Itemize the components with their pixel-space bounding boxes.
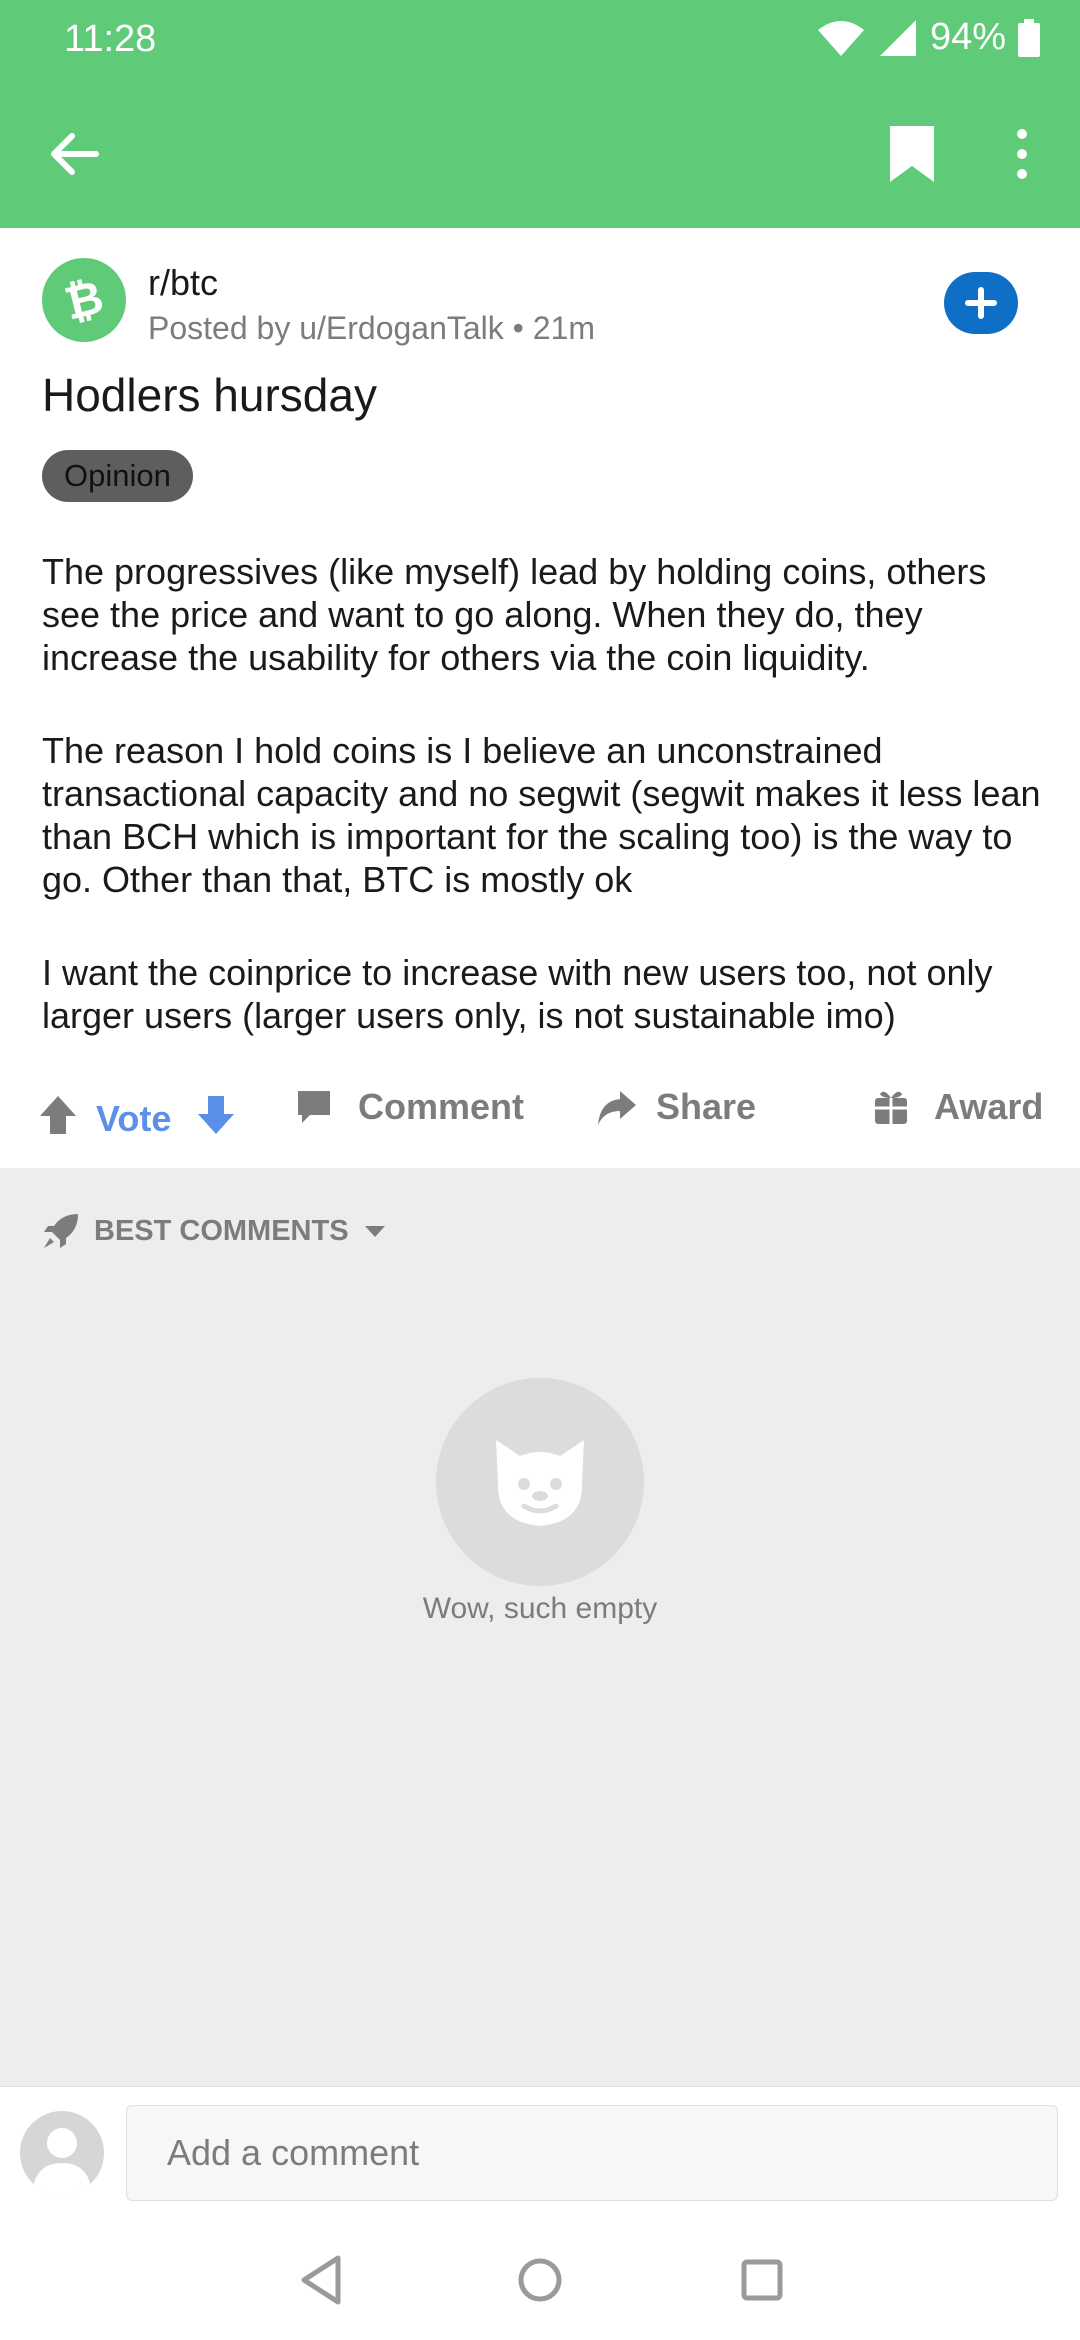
comment-input[interactable]: Add a comment	[126, 2105, 1058, 2201]
award-button[interactable]: Award	[872, 1086, 1043, 1128]
caret-down-icon	[364, 1226, 385, 1237]
nav-back-icon[interactable]	[292, 2250, 352, 2310]
comment-sort-dropdown[interactable]: BEST COMMENTS	[42, 1212, 387, 1250]
bitcoin-cash-icon: ₿	[59, 272, 108, 328]
join-button[interactable]	[944, 272, 1018, 334]
post-paragraph: The reason I hold coins is I believe an …	[42, 730, 1041, 900]
post-paragraph: The progressives (like myself) lead by h…	[42, 551, 987, 678]
post-title: Hodlers hursday	[42, 369, 377, 421]
status-bar: 11:28 94%	[0, 0, 1080, 84]
signal-icon	[879, 19, 916, 56]
rocket-icon	[44, 1214, 78, 1248]
comment-label: Comment	[358, 1086, 525, 1127]
bookmark-icon[interactable]	[880, 122, 944, 186]
share-icon	[598, 1091, 636, 1125]
wifi-icon	[817, 20, 864, 56]
user-avatar[interactable]	[20, 2111, 104, 2195]
status-time: 11:28	[64, 18, 157, 60]
post: ₿ r/btc Posted by u/ErdoganTalk • 21m Ho…	[0, 228, 1080, 1168]
battery-icon	[1018, 18, 1040, 57]
status-icons: 94%	[816, 16, 1040, 59]
nav-home-icon[interactable]	[510, 2250, 570, 2310]
award-label: Award	[934, 1086, 1044, 1127]
comments-section: BEST COMMENTS Wow, such empty	[0, 1168, 1080, 2086]
cat-face-icon	[496, 1440, 584, 1526]
posted-by[interactable]: Posted by u/ErdoganTalk • 21m	[148, 310, 595, 347]
nav-recents-icon[interactable]	[732, 2250, 792, 2310]
share-button[interactable]: Share	[594, 1086, 756, 1128]
share-label: Share	[656, 1086, 757, 1127]
post-paragraph: I want the coinprice to increase with ne…	[42, 952, 993, 1036]
empty-state-illustration	[436, 1378, 644, 1586]
sort-label: BEST COMMENTS	[94, 1214, 349, 1247]
upvote-icon[interactable]	[38, 1094, 78, 1136]
svg-text:₿: ₿	[59, 272, 108, 328]
post-actions: Vote Comment Share Award	[0, 1050, 1080, 1182]
subreddit-avatar[interactable]: ₿	[42, 258, 126, 342]
gift-icon	[875, 1091, 907, 1124]
battery-percent: 94%	[929, 16, 1006, 58]
user-avatar-icon	[32, 2128, 92, 2195]
app-bar	[0, 84, 1080, 228]
empty-state-text: Wow, such empty	[422, 1592, 658, 1625]
flair-badge: Opinion	[42, 450, 193, 502]
vote-label: Vote	[96, 1098, 172, 1139]
back-arrow-icon[interactable]	[42, 122, 106, 186]
comment-button[interactable]: Comment	[294, 1086, 524, 1128]
comment-bar: Add a comment	[0, 2086, 1080, 2210]
subreddit-name[interactable]: r/btc	[148, 262, 218, 304]
more-vert-icon[interactable]	[990, 122, 1054, 186]
downvote-icon[interactable]	[196, 1094, 236, 1136]
post-body: The progressives (like myself) lead by h…	[42, 550, 1042, 1087]
comment-icon	[298, 1091, 330, 1123]
plus-icon	[965, 287, 997, 319]
system-nav-bar	[0, 2210, 1080, 2340]
